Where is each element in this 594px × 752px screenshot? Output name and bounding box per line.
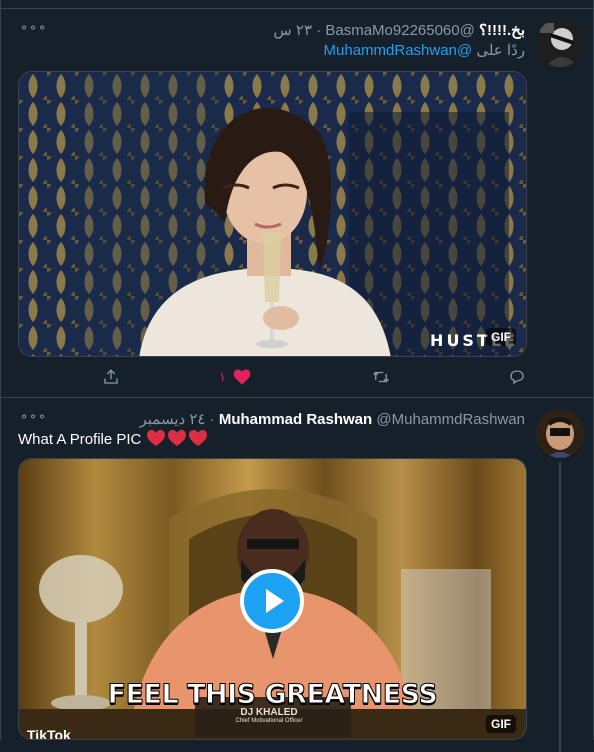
- tweet-text-content: What A Profile PIC: [18, 430, 142, 448]
- timestamp[interactable]: ٢٤ ديسمبر: [139, 411, 205, 428]
- more-options-icon[interactable]: ⚬⚬⚬: [19, 410, 47, 424]
- thread-line: [559, 462, 561, 752]
- separator: ·: [316, 22, 322, 39]
- name-plate: DJ KHALED Chief Motivational Officer: [199, 707, 339, 724]
- like-count: ١: [219, 369, 226, 384]
- tweet-actions: ١: [1, 365, 593, 389]
- reply-icon: [510, 370, 524, 385]
- gif-badge: GIF: [486, 328, 516, 346]
- author-handle[interactable]: @BasmaMo92265060: [325, 22, 475, 39]
- gif-badge: GIF: [486, 715, 516, 733]
- timestamp[interactable]: ٢٣ س: [273, 22, 312, 39]
- retweet-icon: [373, 371, 389, 383]
- heart-filled-icon: [233, 369, 251, 385]
- share-button[interactable]: [102, 365, 120, 389]
- tweet-header: بخ.!!!!؟ @BasmaMo92265060 · ٢٣ س: [273, 21, 525, 39]
- gif-media[interactable]: FEEL THIS GREATNESS DJ KHALED Chief Moti…: [18, 458, 527, 740]
- separator: ·: [209, 411, 215, 428]
- more-options-icon[interactable]: ⚬⚬⚬: [19, 21, 47, 35]
- reply-button[interactable]: [508, 365, 526, 389]
- author-name[interactable]: بخ.!!!!؟: [479, 22, 525, 39]
- author-name[interactable]: Muhammad Rashwan: [219, 411, 372, 428]
- like-button[interactable]: ١: [219, 365, 252, 389]
- name-plate-title: DJ KHALED: [240, 707, 298, 718]
- share-icon: [104, 369, 118, 384]
- timeline: ⚬⚬⚬ بخ.!!!!؟ @BasmaMo92265060 · ٢٣ س ردً…: [0, 0, 594, 752]
- tweet-text: What A Profile PIC: [18, 429, 208, 451]
- tweet[interactable]: ⚬⚬⚬ Muhammad Rashwan @MuhammdRashwan · ٢…: [1, 398, 593, 752]
- heart-emoji-icon: [146, 429, 208, 451]
- reply-prefix: ردًا على: [476, 42, 525, 59]
- gif-media[interactable]: HUSTLE GIF: [18, 71, 527, 357]
- avatar[interactable]: [536, 410, 584, 458]
- play-icon: [266, 589, 284, 613]
- tweet[interactable]: ⚬⚬⚬ بخ.!!!!؟ @BasmaMo92265060 · ٢٣ س ردً…: [1, 9, 593, 398]
- reply-context: ردًا على @MuhammdRashwan: [324, 41, 525, 59]
- avatar[interactable]: [536, 19, 584, 67]
- tweet-header: Muhammad Rashwan @MuhammdRashwan · ٢٤ دي…: [139, 410, 525, 428]
- reply-to-handle[interactable]: @MuhammdRashwan: [324, 42, 473, 59]
- play-button[interactable]: [240, 569, 304, 633]
- media-watermark: TikTok: [27, 727, 71, 740]
- retweet-button[interactable]: [372, 365, 390, 389]
- name-plate-subtitle: Chief Motivational Officer: [235, 718, 303, 724]
- gif-caption: FEEL THIS GREATNESS: [107, 679, 438, 711]
- author-handle[interactable]: @MuhammdRashwan: [376, 411, 525, 428]
